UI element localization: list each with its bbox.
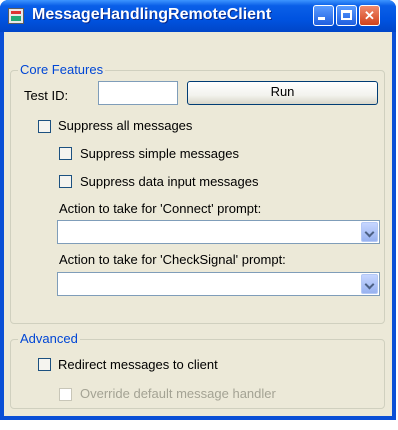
redirect-messages-label[interactable]: Redirect messages to client: [58, 357, 218, 372]
suppress-all-checkbox[interactable]: [38, 120, 51, 133]
close-icon: ✕: [364, 8, 375, 23]
suppress-all-label[interactable]: Suppress all messages: [58, 118, 192, 133]
connect-action-dropdown[interactable]: [57, 220, 380, 244]
window-bottom-border: [0, 416, 396, 420]
connect-action-label: Action to take for 'Connect' prompt:: [59, 201, 262, 216]
maximize-icon: [341, 10, 352, 20]
window-title: MessageHandlingRemoteClient: [32, 6, 272, 23]
override-handler-checkbox: [59, 388, 72, 401]
core-features-label: Core Features: [18, 62, 106, 77]
test-id-label: Test ID:: [24, 88, 69, 103]
suppress-simple-label[interactable]: Suppress simple messages: [80, 146, 239, 161]
suppress-data-label[interactable]: Suppress data input messages: [80, 174, 259, 189]
advanced-label: Advanced: [18, 331, 80, 346]
override-handler-label: Override default message handler: [80, 386, 276, 401]
chevron-down-icon[interactable]: [361, 222, 378, 242]
suppress-simple-checkbox[interactable]: [59, 147, 72, 160]
test-id-input[interactable]: [98, 81, 178, 105]
close-button[interactable]: ✕: [359, 5, 380, 26]
checksignal-action-label: Action to take for 'CheckSignal' prompt:: [59, 252, 286, 267]
minimize-button[interactable]: [313, 5, 334, 26]
client-area: Core Features Test ID: Run Suppress all …: [4, 32, 392, 416]
chevron-down-icon[interactable]: [361, 274, 378, 294]
minimize-icon: [318, 17, 325, 20]
app-icon[interactable]: [8, 8, 24, 24]
main-window: MessageHandlingRemoteClient ✕ Core Featu…: [0, 0, 396, 420]
redirect-messages-checkbox[interactable]: [38, 358, 51, 371]
run-button[interactable]: Run: [187, 81, 378, 105]
checksignal-action-dropdown[interactable]: [57, 272, 380, 296]
suppress-data-checkbox[interactable]: [59, 175, 72, 188]
maximize-button[interactable]: [336, 5, 357, 26]
title-bar[interactable]: MessageHandlingRemoteClient ✕: [0, 0, 396, 32]
